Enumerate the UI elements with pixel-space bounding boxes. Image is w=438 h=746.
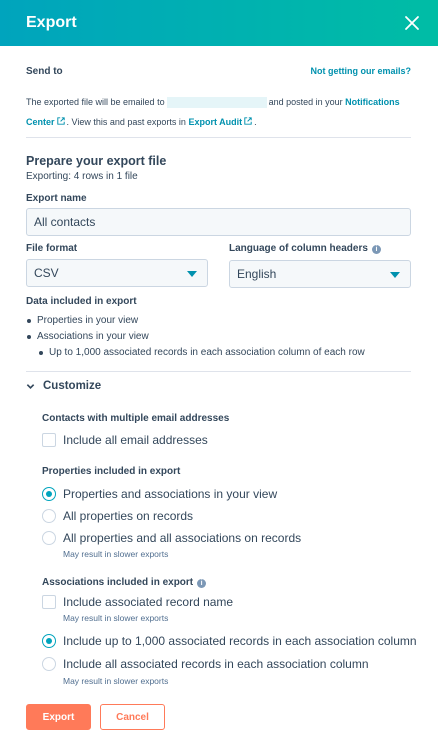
properties-in-view-radio[interactable] xyxy=(42,487,56,501)
send-to-text-end: . xyxy=(254,117,257,127)
up-to-1000-associations-radio[interactable] xyxy=(42,634,56,648)
data-included-label: Data included in export xyxy=(26,296,137,307)
send-to-description: The exported file will be emailed to and … xyxy=(26,92,416,132)
language-value: English xyxy=(237,267,277,281)
external-link-icon xyxy=(244,117,252,125)
language-label-text: Language of column headers xyxy=(229,243,368,254)
export-name-value: All contacts xyxy=(34,215,96,229)
include-all-emails-checkbox[interactable] xyxy=(42,433,56,447)
associated-record-name-checkbox[interactable] xyxy=(42,595,56,609)
not-getting-emails-link[interactable]: Not getting our emails? xyxy=(310,66,411,76)
list-item: Properties in your view xyxy=(26,313,149,329)
notifications-link[interactable]: Notifications xyxy=(345,97,400,107)
properties-in-view-label[interactable]: Properties and associations in your view xyxy=(63,487,277,501)
customize-toggle[interactable]: Customize xyxy=(26,380,101,392)
external-link-icon xyxy=(56,117,65,125)
language-label: Language of column headers i xyxy=(229,243,381,254)
list-item: Up to 1,000 associated records in each a… xyxy=(38,345,365,361)
all-properties-label[interactable]: All properties on records xyxy=(63,509,193,523)
all-properties-associations-label[interactable]: All properties and all associations on r… xyxy=(63,531,301,545)
slower-export-hint: May result in slower exports xyxy=(63,549,169,559)
up-to-1000-associations-label[interactable]: Include up to 1,000 associated records i… xyxy=(63,634,417,648)
send-to-text: The exported file will be emailed to xyxy=(26,97,165,107)
properties-heading: Properties included in export xyxy=(42,466,181,477)
caret-down-icon xyxy=(390,272,400,278)
dialog-title: Export xyxy=(26,14,77,31)
divider xyxy=(26,371,411,372)
export-name-input[interactable]: All contacts xyxy=(26,208,411,236)
close-icon[interactable] xyxy=(402,13,422,33)
all-associations-radio[interactable] xyxy=(42,657,56,671)
notifications-center-link[interactable]: Center xyxy=(26,117,55,127)
dialog-header: Export xyxy=(0,0,438,46)
caret-down-icon xyxy=(187,271,197,277)
slower-export-hint: May result in slower exports xyxy=(63,676,169,686)
file-format-label: File format xyxy=(26,243,78,254)
emails-heading: Contacts with multiple email addresses xyxy=(42,413,230,424)
list-item: Associations in your view xyxy=(26,329,149,345)
slower-export-hint: May result in slower exports xyxy=(63,613,169,623)
export-audit-link[interactable]: Export Audit xyxy=(188,117,242,127)
all-properties-associations-radio[interactable] xyxy=(42,531,56,545)
prepare-subtitle: Exporting: 4 rows in 1 file xyxy=(26,171,138,182)
divider xyxy=(26,137,411,138)
file-format-value: CSV xyxy=(34,266,59,280)
prepare-title: Prepare your export file xyxy=(26,154,167,168)
cancel-button[interactable]: Cancel xyxy=(100,704,165,730)
redacted-email xyxy=(166,97,267,109)
associations-heading: Associations included in export i xyxy=(42,577,207,588)
all-properties-radio[interactable] xyxy=(42,509,56,523)
associations-heading-text: Associations included in export xyxy=(42,577,194,588)
info-icon[interactable]: i xyxy=(197,579,207,588)
send-to-label: Send to xyxy=(26,66,63,77)
data-included-sublist: Up to 1,000 associated records in each a… xyxy=(38,345,365,361)
send-to-text-after: . View this and past exports in xyxy=(66,117,186,127)
export-name-label: Export name xyxy=(26,193,87,204)
file-format-select[interactable]: CSV xyxy=(26,259,208,287)
language-select[interactable]: English xyxy=(229,260,411,288)
send-to-text-middle: and posted in your xyxy=(268,97,343,107)
all-associations-label[interactable]: Include all associated records in each a… xyxy=(63,657,369,671)
export-button[interactable]: Export xyxy=(26,704,91,730)
info-icon[interactable]: i xyxy=(371,245,381,254)
associated-record-name-label[interactable]: Include associated record name xyxy=(63,595,233,609)
customize-label: Customize xyxy=(43,380,102,392)
chevron-down-icon xyxy=(26,383,35,389)
data-included-list: Properties in your view Associations in … xyxy=(26,313,149,344)
include-all-emails-label[interactable]: Include all email addresses xyxy=(63,433,208,447)
